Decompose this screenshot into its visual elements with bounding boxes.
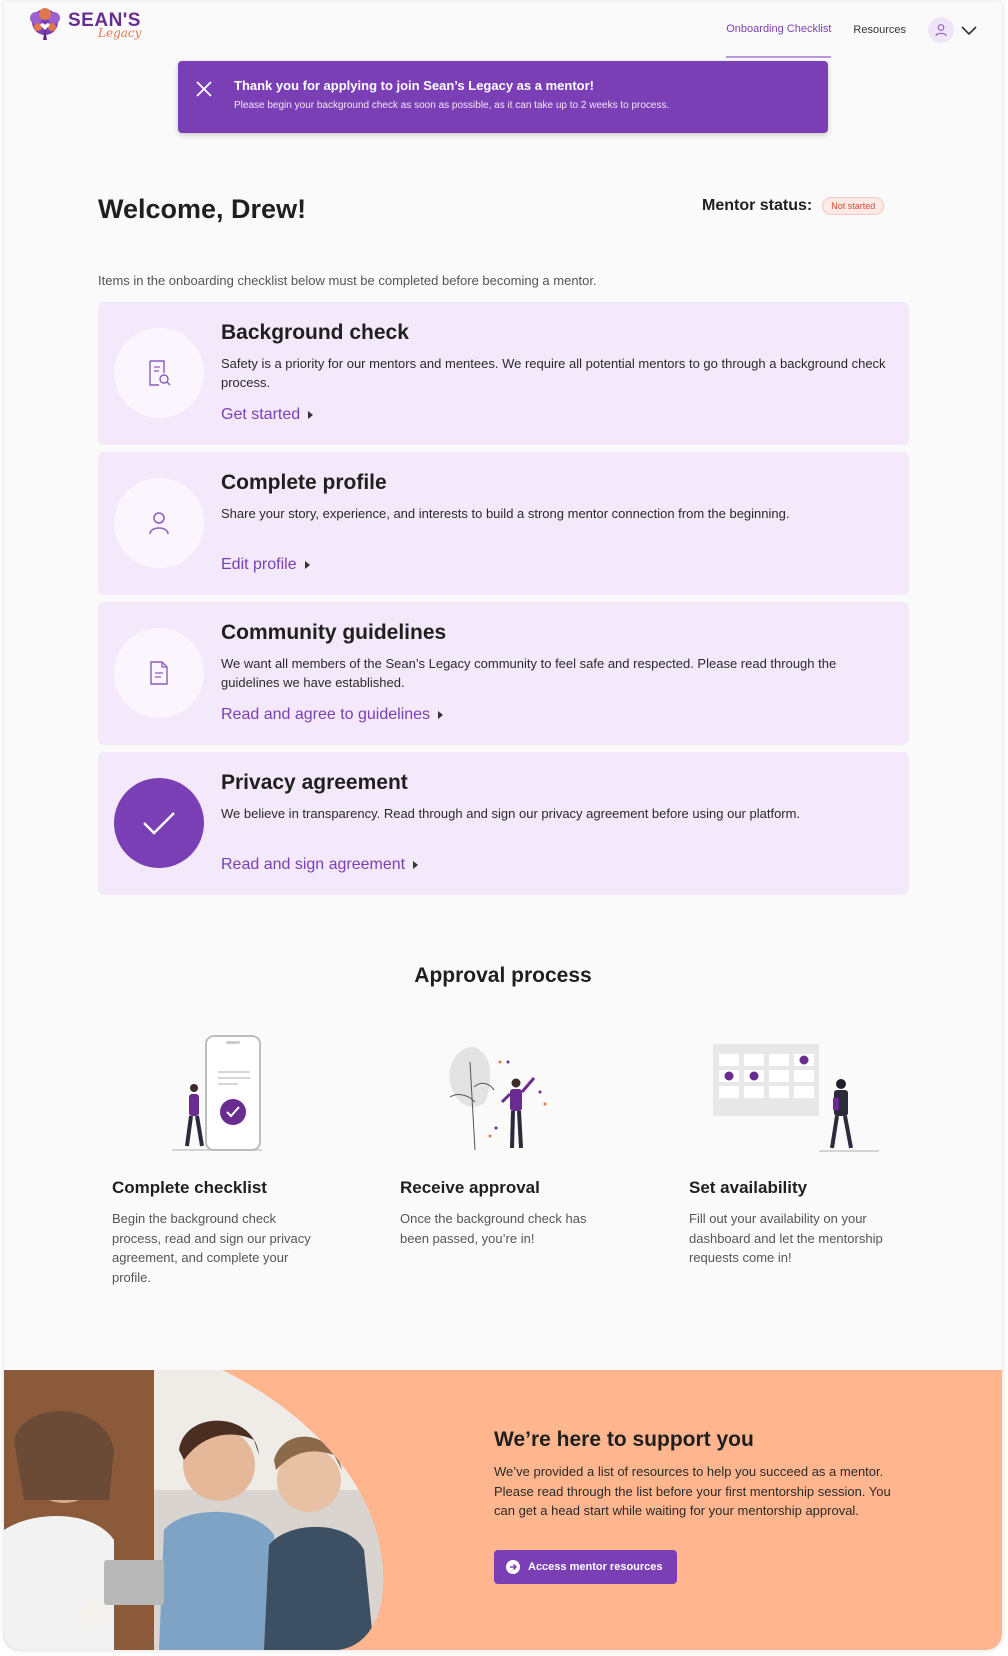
user-avatar[interactable] — [928, 17, 954, 43]
status-badge: Not started — [822, 197, 885, 215]
step-title: Set availability — [689, 1178, 808, 1197]
application-banner: Thank you for applying to join Sean’s Le… — [178, 61, 828, 133]
top-header: SEAN'S Legacy Onboarding Checklist Resou… — [4, 2, 1002, 58]
card-icon-circle-completed — [114, 778, 204, 868]
caret-right-icon — [304, 561, 310, 569]
user-icon — [149, 512, 169, 535]
card-title: Background check — [221, 321, 409, 344]
card-icon-circle — [114, 478, 204, 568]
chevron-down-icon[interactable] — [960, 21, 978, 39]
support-section: We’re here to support you We’ve provided… — [4, 1370, 1002, 1650]
read-agreement-link[interactable]: Read and sign agreement — [221, 856, 419, 874]
card-title: Complete profile — [221, 471, 387, 494]
brand-logo[interactable]: SEAN'S Legacy — [26, 8, 141, 42]
arrow-right-circle-icon — [506, 1560, 520, 1574]
card-description: Share your story, experience, and intere… — [221, 506, 790, 521]
step-description: Begin the background check process, read… — [112, 1211, 311, 1285]
calendar-illustration — [713, 1044, 879, 1152]
checklist-card-complete-profile: Complete profile Share your story, exper… — [98, 452, 909, 595]
card-icon-circle — [114, 328, 204, 418]
tree-heart-logo-icon — [30, 8, 60, 40]
mentor-status: Mentor status: Not started — [702, 197, 885, 215]
card-description: We want all members of the Sean’s Legacy… — [221, 656, 837, 690]
access-mentor-resources-button[interactable]: Access mentor resources — [494, 1550, 677, 1584]
mentors-photo — [4, 1370, 384, 1650]
nav-onboarding-checklist[interactable]: Onboarding Checklist — [726, 2, 832, 58]
button-label: Access mentor resources — [528, 1561, 663, 1573]
logo-secondary-text: Legacy — [98, 26, 142, 40]
mentor-status-label: Mentor status: — [702, 197, 813, 214]
document-search-icon — [149, 360, 171, 386]
banner-title: Thank you for applying to join Sean’s Le… — [234, 78, 594, 93]
caret-right-icon — [438, 711, 444, 719]
main-nav: Onboarding Checklist Resources — [726, 2, 1002, 58]
card-link-label: Read and agree to guidelines — [221, 706, 431, 723]
card-description: We believe in transparency. Read through… — [221, 806, 801, 821]
card-link-label: Edit profile — [221, 556, 297, 573]
nav-resources[interactable]: Resources — [853, 2, 906, 58]
phone-checklist-illustration — [172, 1035, 262, 1151]
card-title: Community guidelines — [221, 621, 447, 644]
welcome-heading: Welcome, Drew! — [98, 194, 307, 224]
card-link-label: Read and sign agreement — [221, 856, 406, 873]
step-description: Once the background check has been passe… — [400, 1211, 587, 1246]
checklist-intro: Items in the onboarding checklist below … — [98, 273, 597, 288]
get-started-link[interactable]: Get started — [221, 406, 314, 424]
card-title: Privacy agreement — [221, 771, 408, 794]
banner-subtitle: Please begin your background check as so… — [234, 100, 670, 111]
read-guidelines-link[interactable]: Read and agree to guidelines — [221, 706, 444, 724]
step-title: Complete checklist — [112, 1178, 267, 1197]
document-icon — [150, 661, 168, 685]
card-link-label: Get started — [221, 406, 301, 423]
user-icon — [935, 24, 947, 37]
celebration-illustration — [449, 1046, 547, 1151]
checklist-card-privacy-agreement: Privacy agreement We believe in transpar… — [98, 752, 909, 895]
support-heading: We’re here to support you — [494, 1428, 754, 1451]
edit-profile-link[interactable]: Edit profile — [221, 556, 310, 574]
card-icon-circle — [114, 628, 204, 718]
approval-heading: Approval process — [414, 964, 592, 987]
caret-right-icon — [308, 411, 314, 419]
step-title: Receive approval — [400, 1178, 540, 1197]
caret-right-icon — [413, 861, 419, 869]
step-description: Fill out your availability on your dashb… — [689, 1211, 883, 1265]
close-icon[interactable] — [194, 79, 214, 99]
support-description: We’ve provided a list of resources to he… — [494, 1464, 891, 1518]
checklist-card-background-check: Background check Safety is a priority fo… — [98, 302, 909, 445]
checkmark-icon — [143, 812, 175, 835]
checklist-card-community-guidelines: Community guidelines We want all members… — [98, 602, 909, 745]
page-frame: SEAN'S Legacy Onboarding Checklist Resou… — [4, 2, 1002, 1650]
card-description: Safety is a priority for our mentors and… — [221, 356, 886, 390]
